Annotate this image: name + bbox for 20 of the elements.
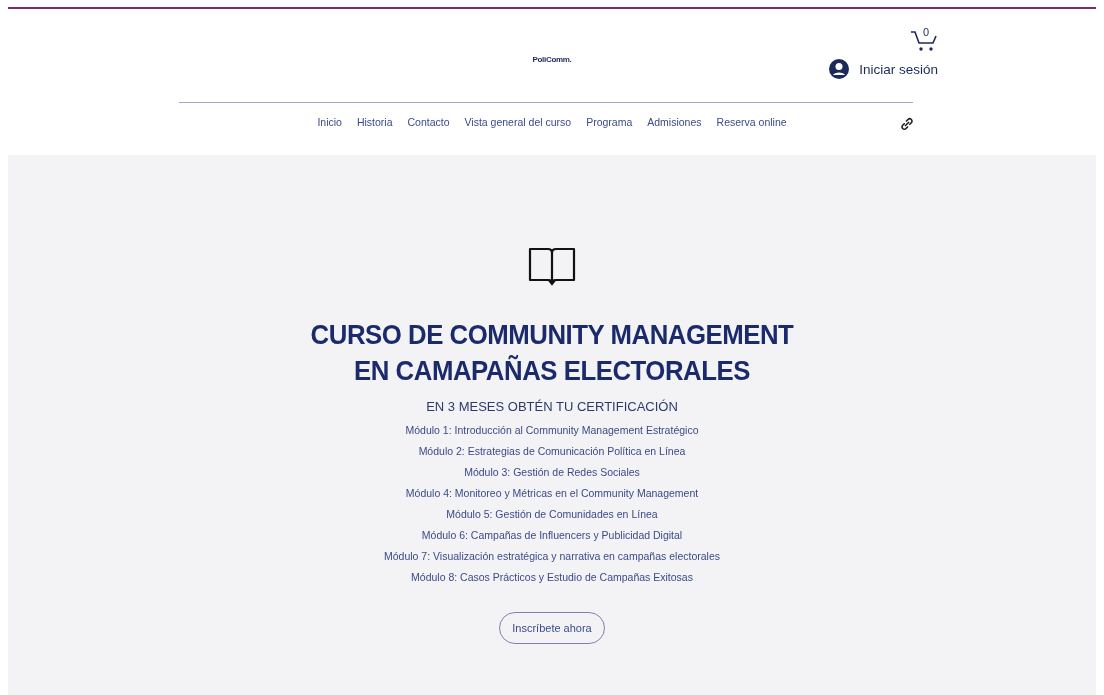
module-item: Módulo 2: Estrategias de Comunicación Política en Línea (418, 444, 686, 459)
logo[interactable]: PoliComm. (532, 55, 572, 64)
module-item: Módulo 8: Casos Prácticos y Estudio de Campañas Exitosas (411, 570, 693, 585)
module-item: Módulo 4: Monitoreo y Métricas en el Community Management (405, 486, 699, 501)
module-item: Módulo 5: Gestión de Comunidades en Línea (446, 507, 658, 522)
cart-count: 0 (923, 26, 930, 38)
nav-link[interactable]: Programa (586, 116, 633, 128)
nav-link[interactable]: Inicio (317, 116, 342, 128)
nav-link[interactable]: Reserva online (716, 116, 787, 128)
module-item: Módulo 6: Campañas de Influencers y Publicidad Digital (421, 528, 683, 543)
login-button[interactable]: Iniciar sesión (829, 59, 938, 79)
course-subtitle: EN 3 MESES OBTÉN TU CERTIFICACIÓN (426, 399, 678, 414)
nav-link[interactable]: Historia (356, 116, 393, 128)
module-item: Módulo 7: Visualización estratégica y narrativa en campañas electorales (384, 549, 720, 564)
module-item: Módulo 1: Introducción al Community Management Estratégico (405, 423, 699, 438)
nav-link[interactable]: Contacto (407, 116, 450, 128)
nav-link[interactable]: Vista general del curso (464, 116, 572, 128)
module-item: Módulo 3: Gestión de Redes Sociales (464, 465, 640, 480)
nav-link[interactable]: Admisiones (647, 116, 702, 128)
course-title: CURSO DE COMMUNITY MANAGEMENT EN CAMAPAÑAS ELECTORALES (309, 318, 795, 388)
